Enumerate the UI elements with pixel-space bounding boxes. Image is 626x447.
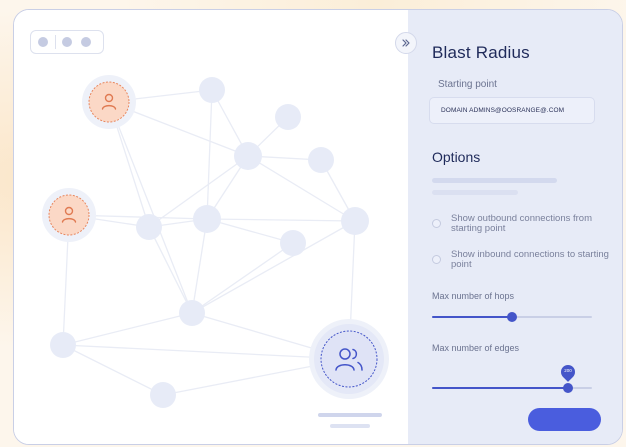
graph-node[interactable] — [179, 300, 205, 326]
graph-node[interactable] — [193, 205, 221, 233]
graph-node[interactable] — [50, 332, 76, 358]
max-edges-label: Max number of edges — [432, 343, 520, 353]
skeleton-line — [318, 413, 382, 417]
skeleton-line — [432, 190, 518, 195]
slider-fill — [432, 316, 512, 318]
max-hops-label: Max number of hops — [432, 291, 515, 301]
options-title: Options — [432, 149, 481, 165]
starting-point-value: DOMAIN ADMINS@OOSRANGE@.COM — [441, 107, 565, 114]
collapse-panel-button[interactable] — [395, 32, 417, 54]
radio-outbound[interactable]: Show outbound connections from starting … — [432, 214, 621, 234]
slider-fill — [432, 387, 568, 389]
dot-icon[interactable] — [81, 37, 91, 47]
slider-thumb[interactable] — [507, 312, 517, 322]
app-window: Blast Radius Starting point DOMAIN ADMIN… — [13, 9, 623, 445]
double-chevron-right-icon — [402, 39, 410, 47]
radio-button[interactable] — [432, 255, 441, 264]
radio-inbound[interactable]: Show inbound connections to starting poi… — [432, 250, 621, 270]
slider-thumb[interactable] — [563, 383, 573, 393]
graph-node[interactable] — [308, 147, 334, 173]
graph-node[interactable] — [275, 104, 301, 130]
starting-point-field[interactable]: DOMAIN ADMINS@OOSRANGE@.COM — [429, 97, 595, 124]
graph-canvas[interactable] — [14, 10, 408, 444]
window-controls — [30, 30, 104, 54]
skeleton-line — [432, 178, 557, 183]
radio-button[interactable] — [432, 219, 441, 228]
dot-icon[interactable] — [62, 37, 72, 47]
skeleton-line — [330, 424, 370, 428]
user-node[interactable] — [42, 188, 96, 242]
graph-node[interactable] — [234, 142, 262, 170]
graph-node[interactable] — [199, 77, 225, 103]
divider — [55, 35, 56, 49]
user-node[interactable] — [82, 75, 136, 129]
graph-node[interactable] — [341, 207, 369, 235]
max-edges-value: 200 — [564, 368, 572, 373]
blast-radius-panel: Blast Radius Starting point DOMAIN ADMIN… — [408, 10, 622, 444]
graph-node[interactable] — [136, 214, 162, 240]
panel-title: Blast Radius — [432, 43, 530, 62]
radio-outbound-label: Show outbound connections from starting … — [451, 213, 593, 234]
max-hops-slider[interactable] — [432, 312, 592, 322]
max-edges-slider[interactable]: 200 — [432, 362, 592, 393]
group-node[interactable] — [309, 319, 389, 399]
graph-node[interactable] — [150, 382, 176, 408]
starting-point-label: Starting point — [438, 79, 497, 90]
apply-button[interactable] — [528, 408, 601, 431]
dot-icon[interactable] — [38, 37, 48, 47]
radio-inbound-label: Show inbound connections to starting poi… — [451, 249, 609, 270]
graph-node[interactable] — [280, 230, 306, 256]
graph-svg — [42, 75, 389, 408]
